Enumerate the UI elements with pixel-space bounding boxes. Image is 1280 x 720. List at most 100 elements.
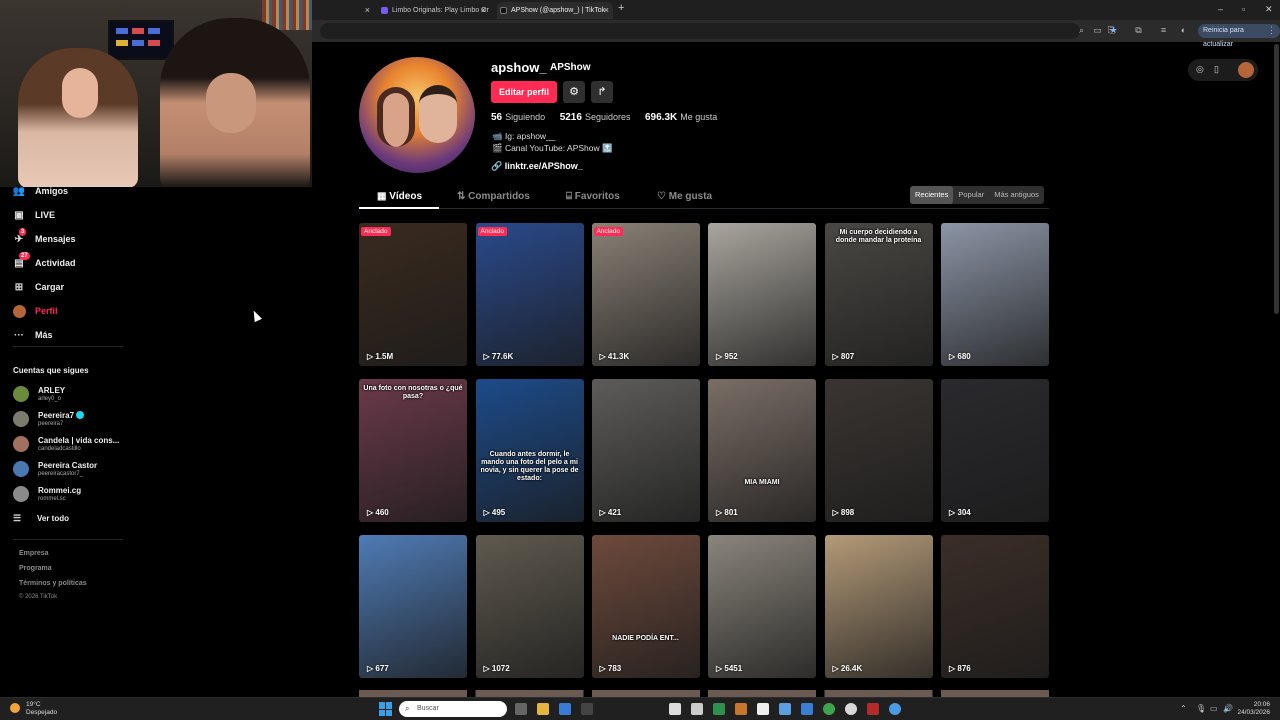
browser-tab-tiktok[interactable]: APShow (@apshow_) | TikTok × <box>497 2 613 19</box>
tray-chevron-icon[interactable]: ⌃ <box>1180 704 1187 713</box>
sort-recent[interactable]: Recientes <box>910 186 954 204</box>
footer-link-program[interactable]: Programa <box>19 565 52 572</box>
mobile-icon[interactable]: ▯ <box>1214 64 1219 75</box>
following-account[interactable]: ARLEY arley0_o <box>13 383 65 405</box>
zoom-icon[interactable]: ⌕ <box>1076 25 1087 36</box>
share-profile-button[interactable]: ↱ <box>591 81 613 103</box>
tab-videos[interactable]: ▦ Vídeos <box>377 191 422 202</box>
video-thumbnail[interactable]: ▷ 26.4K <box>824 535 933 678</box>
profile-avatar[interactable] <box>359 57 475 173</box>
pinned-badge: Anclado <box>361 227 391 236</box>
bookmark-star-icon[interactable]: ★ <box>1108 25 1119 36</box>
sort-oldest[interactable]: Más antiguos <box>989 186 1044 204</box>
tab-reposts[interactable]: ⇅ Compartidos <box>457 191 530 202</box>
video-thumbnail[interactable]: MIA MIAMI ▷ 801 <box>708 379 816 522</box>
tab-title: APShow (@apshow_) | TikTok <box>511 7 606 14</box>
video-thumbnail[interactable]: Una foto con nosotras o ¿qué pasa? ▷ 460 <box>359 379 467 522</box>
following-stat[interactable]: 56 Siguiendo <box>491 112 545 123</box>
following-account[interactable]: Peereira7 peereira7 <box>13 408 85 430</box>
browser-tab-limbo[interactable]: Limbo Originals: Play Limbo Or × <box>378 2 490 19</box>
avatar <box>13 386 29 402</box>
settings-button[interactable]: ⚙ <box>563 81 585 103</box>
document-icon[interactable] <box>669 703 681 715</box>
following-account[interactable]: Rommei.cg rommel.sc <box>13 483 81 505</box>
video-thumbnail[interactable]: Cuando antes dormir, le mando una foto d… <box>475 379 584 522</box>
volume-icon[interactable]: 🔊 <box>1223 704 1233 713</box>
close-window-icon[interactable]: ✕ <box>1265 4 1273 15</box>
video-thumbnail[interactable]: ▷ 898 <box>824 379 933 522</box>
restore-icon[interactable]: ▫ <box>1242 4 1245 14</box>
close-tab-icon[interactable]: × <box>481 2 486 19</box>
repost-icon: ⇅ <box>457 191 466 202</box>
menu-icon[interactable]: ⋮ <box>1266 25 1277 36</box>
app-icon[interactable] <box>713 703 725 715</box>
video-thumbnail[interactable]: ▷ 5451 <box>708 535 816 678</box>
profile-link[interactable]: 🔗 linktr.ee/APShow_ <box>491 161 583 172</box>
compass-icon[interactable]: ◎ <box>1196 64 1204 75</box>
video-thumbnail[interactable]: ▷ 680 <box>941 223 1049 366</box>
video-thumbnail[interactable]: NADIE PODÍA ENT... ▷ 783 <box>591 535 700 678</box>
taskbar-search[interactable]: ⌕ Buscar <box>399 701 507 717</box>
video-thumbnail[interactable]: Anclado ▷ 77.6K <box>475 223 584 366</box>
app-icon[interactable] <box>559 703 571 715</box>
document-icon[interactable] <box>691 703 703 715</box>
video-thumbnail[interactable]: ▷ 1072 <box>475 535 584 678</box>
minimize-icon[interactable]: – <box>1218 4 1223 14</box>
video-thumbnail[interactable]: ▷ 876 <box>941 535 1049 678</box>
close-tab-icon[interactable]: × <box>365 2 370 19</box>
account-handle: peereiracastor7_ <box>38 470 84 477</box>
app-icon[interactable] <box>867 703 879 715</box>
address-bar[interactable] <box>320 23 1080 39</box>
video-thumbnail[interactable]: Anclado ▷ 41.3K <box>591 223 700 366</box>
tab-favorites[interactable]: ⌸ Favoritos <box>566 191 620 202</box>
following-account[interactable]: Peereira Castor peereiracastor7_ <box>13 458 97 480</box>
video-thumbnail[interactable]: ▷ 304 <box>941 379 1049 522</box>
nav-live[interactable]: ▣ LIVE <box>12 206 55 224</box>
nav-friends[interactable]: 👥 Amigos <box>12 182 68 200</box>
nav-upload[interactable]: ⊞ Cargar <box>12 278 64 296</box>
nav-messages[interactable]: ✈ 3 Mensajes <box>12 228 76 248</box>
see-all-link[interactable]: ☰ Ver todo <box>13 513 69 524</box>
browser-tab-previous[interactable]: × <box>340 2 374 19</box>
taskbar-clock[interactable]: 20:06 24/03/2026 <box>1236 701 1270 717</box>
following-account[interactable]: Candela | vida cons... candeladcastillo <box>13 433 119 455</box>
start-button[interactable] <box>379 702 393 716</box>
video-thumbnail[interactable]: Anclado ▷ 1.5M <box>359 223 467 366</box>
cast-icon[interactable]: ▭ <box>1092 25 1103 36</box>
profile-icon[interactable]: ◐ <box>1178 25 1189 36</box>
video-thumbnail[interactable]: Mi cuerpo decidiendo a donde mandar la p… <box>824 223 933 366</box>
video-thumbnail[interactable]: ▷ 677 <box>359 535 467 678</box>
nav-activity[interactable]: ▤ 27 Actividad <box>12 252 76 272</box>
webcam-tv <box>108 20 174 60</box>
user-avatar[interactable] <box>1238 62 1254 78</box>
nav-profile[interactable]: Perfil <box>12 302 58 320</box>
app-icon[interactable] <box>735 703 747 715</box>
media-icon[interactable]: ≡ <box>1158 25 1169 36</box>
account-name: Rommei.cg <box>38 485 82 495</box>
nav-more[interactable]: ··· Más <box>12 326 53 344</box>
chrome-icon[interactable] <box>823 703 835 715</box>
footer-link-terms[interactable]: Términos y políticas <box>19 580 87 587</box>
app-icon[interactable] <box>801 703 813 715</box>
video-thumbnail[interactable]: ▷ 421 <box>591 379 700 522</box>
app-icon[interactable] <box>779 703 791 715</box>
app-icon[interactable] <box>845 703 857 715</box>
new-tab-button[interactable]: + <box>618 2 624 14</box>
scrollbar[interactable] <box>1274 44 1279 314</box>
close-tab-icon[interactable]: × <box>604 2 609 19</box>
app-icon[interactable] <box>757 703 769 715</box>
chrome-icon[interactable] <box>889 703 901 715</box>
footer-link-business[interactable]: Empresa <box>19 550 49 557</box>
tab-liked[interactable]: ♡ Me gusta <box>657 191 712 202</box>
sort-popular[interactable]: Popular <box>953 186 989 204</box>
file-explorer-icon[interactable] <box>537 703 549 715</box>
microphone-icon[interactable]: 🎙 <box>1196 704 1206 713</box>
extensions-icon[interactable]: ⧉ <box>1133 25 1144 36</box>
followers-stat[interactable]: 5216 Seguidores <box>560 112 631 123</box>
network-icon[interactable]: ▭ <box>1210 704 1218 713</box>
app-icon[interactable] <box>581 703 593 715</box>
video-thumbnail[interactable]: ▷ 952 <box>708 223 816 366</box>
weather-widget[interactable]: 19°C Despejado <box>26 701 57 717</box>
task-view-icon[interactable] <box>515 703 527 715</box>
edit-profile-button[interactable]: Editar perfil <box>491 81 557 103</box>
